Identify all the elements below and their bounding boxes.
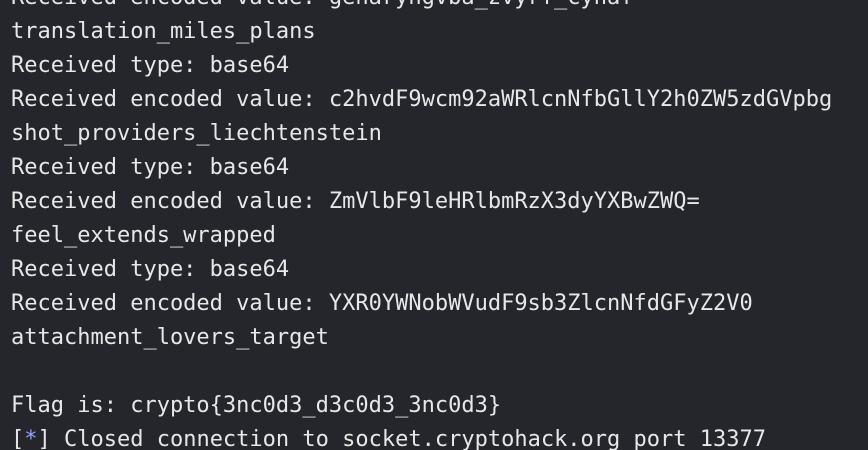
status-line: [*] Closed connection to socket.cryptoha… <box>11 423 868 450</box>
output-line: Received type: base64 <box>11 155 290 180</box>
terminal-window[interactable]: Received encoded value: genaryngvba_zvyr… <box>0 0 868 450</box>
asterisk-icon: * <box>24 427 38 450</box>
output-line: shot_providers_liechtenstein <box>11 121 382 146</box>
output-line: Received type: base64 <box>11 53 290 78</box>
flag-line: Flag is: crypto{3nc0d3_d3c0d3_3nc0d3} <box>11 393 502 418</box>
output-line: Received encoded value: genaryngvba_zvyr… <box>11 0 868 15</box>
output-line: Received type: base64 <box>11 257 290 282</box>
output-line: translation_miles_plans <box>11 19 316 44</box>
status-text: Closed connection to socket.cryptohack.o… <box>50 427 766 450</box>
status-bracket-close: ] <box>37 427 51 450</box>
terminal-output: Received encoded value: genaryngvba_zvyr… <box>11 0 868 450</box>
output-line: Received encoded value: ZmVlbF9leHRlbmRz… <box>11 189 700 214</box>
status-bracket-open: [ <box>11 427 25 450</box>
output-line: feel_extends_wrapped <box>11 223 276 248</box>
output-line: Received encoded value: YXR0YWNobWVudF9s… <box>11 291 753 316</box>
output-line: Received encoded value: c2hvdF9wcm92aWRl… <box>11 87 833 112</box>
output-line: attachment_lovers_target <box>11 325 329 350</box>
